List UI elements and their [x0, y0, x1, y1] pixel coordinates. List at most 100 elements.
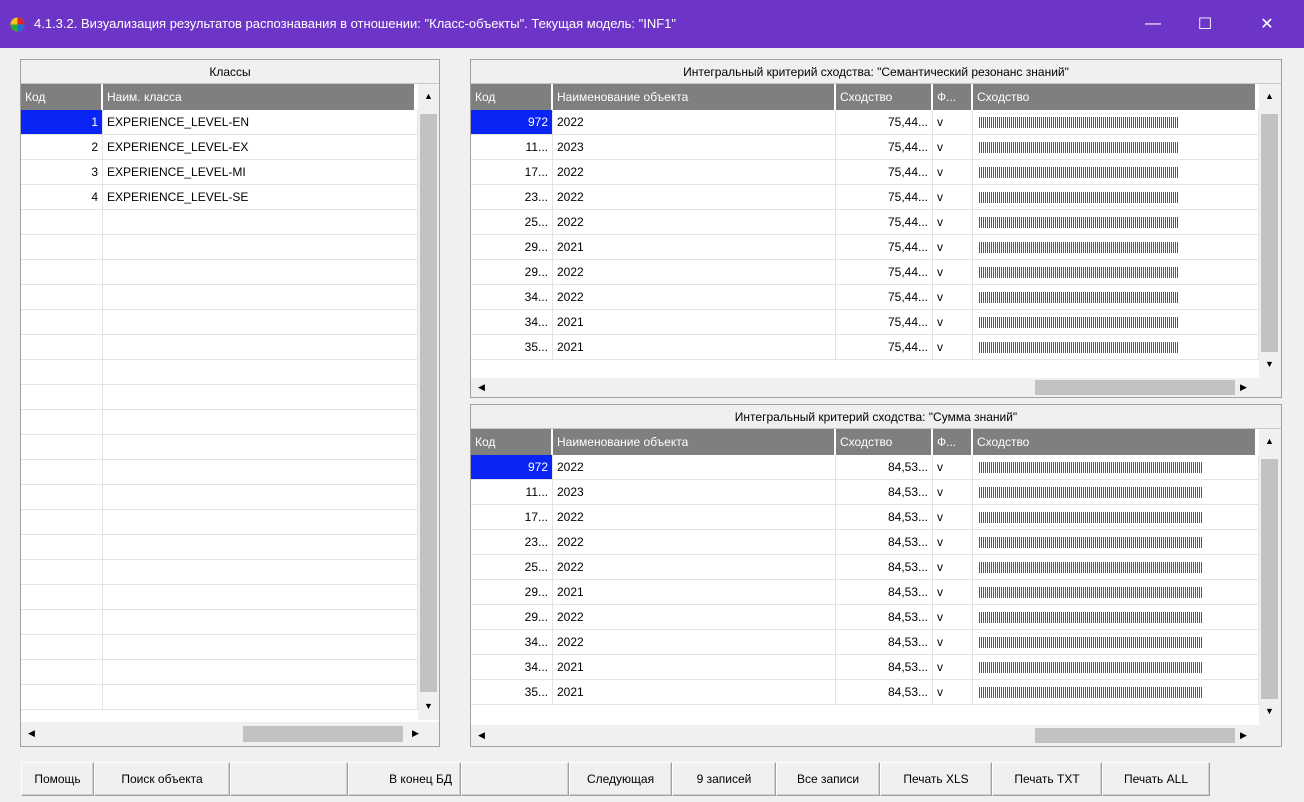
table-row[interactable]: 29... 2021 84,53... v — [471, 580, 1259, 605]
print-all-button[interactable]: Печать ALL — [1102, 762, 1210, 796]
next-button[interactable]: Следующая — [569, 762, 672, 796]
column-header-code[interactable]: Код — [471, 84, 553, 110]
arrow-up-icon[interactable]: ▲ — [1261, 88, 1278, 105]
table-row[interactable] — [21, 435, 418, 460]
arrow-down-icon[interactable]: ▼ — [420, 698, 437, 715]
arrow-left-icon[interactable]: ◀ — [23, 725, 40, 742]
column-header-class-name[interactable]: Наим. класса — [103, 84, 416, 110]
semantic-vscrollbar[interactable]: ▲ ▼ — [1259, 84, 1281, 378]
minimize-button[interactable]: — — [1130, 0, 1176, 48]
to-end-button[interactable]: В конец БД — [348, 762, 461, 796]
table-row[interactable]: 34... 2022 84,53... v — [471, 630, 1259, 655]
table-row[interactable] — [21, 335, 418, 360]
table-row[interactable] — [21, 635, 418, 660]
table-row[interactable]: 3 EXPERIENCE_LEVEL-MI — [21, 160, 418, 185]
table-row[interactable]: 25... 2022 75,44... v — [471, 210, 1259, 235]
table-row[interactable]: 25... 2022 84,53... v — [471, 555, 1259, 580]
table-row[interactable]: 23... 2022 84,53... v — [471, 530, 1259, 555]
table-row[interactable] — [21, 535, 418, 560]
arrow-down-icon[interactable]: ▼ — [1261, 356, 1278, 373]
table-row[interactable] — [21, 685, 418, 710]
similarity-bar — [979, 242, 1178, 253]
arrow-right-icon[interactable]: ▶ — [1235, 379, 1252, 396]
blank-button-2[interactable] — [461, 762, 569, 796]
table-row[interactable]: 11... 2023 75,44... v — [471, 135, 1259, 160]
table-row[interactable] — [21, 610, 418, 635]
table-row[interactable]: 17... 2022 84,53... v — [471, 505, 1259, 530]
arrow-up-icon[interactable]: ▲ — [1261, 433, 1278, 450]
table-row[interactable] — [21, 560, 418, 585]
table-row[interactable] — [21, 360, 418, 385]
arrow-right-icon[interactable]: ▶ — [407, 725, 424, 742]
table-row[interactable]: 34... 2021 75,44... v — [471, 310, 1259, 335]
column-header-similarity[interactable]: Сходство — [836, 429, 933, 455]
column-header-similarity-bar[interactable]: Сходство — [973, 84, 1257, 110]
table-row[interactable]: 29... 2021 75,44... v — [471, 235, 1259, 260]
sum-hscroll-thumb[interactable] — [1035, 728, 1235, 743]
arrow-up-icon[interactable]: ▲ — [420, 88, 437, 105]
table-row[interactable]: 972 2022 84,53... v — [471, 455, 1259, 480]
table-row[interactable]: 972 2022 75,44... v — [471, 110, 1259, 135]
table-row[interactable]: 4 EXPERIENCE_LEVEL-SE — [21, 185, 418, 210]
classes-vscrollbar[interactable]: ▲ ▼ — [418, 84, 439, 720]
arrow-left-icon[interactable]: ◀ — [473, 379, 490, 396]
maximize-button[interactable]: ☐ — [1182, 0, 1228, 48]
column-header-flag[interactable]: Ф... — [933, 429, 973, 455]
similarity-bar — [979, 167, 1178, 178]
table-row[interactable] — [21, 310, 418, 335]
column-header-similarity-bar[interactable]: Сходство — [973, 429, 1257, 455]
table-row[interactable]: 34... 2022 75,44... v — [471, 285, 1259, 310]
column-header-flag[interactable]: Ф... — [933, 84, 973, 110]
column-header-object-name[interactable]: Наименование объекта — [553, 429, 836, 455]
table-row[interactable]: 2 EXPERIENCE_LEVEL-EX — [21, 135, 418, 160]
column-header-code[interactable]: Код — [21, 84, 103, 110]
table-row[interactable] — [21, 410, 418, 435]
column-header-similarity[interactable]: Сходство — [836, 84, 933, 110]
help-button[interactable]: Помощь — [21, 762, 94, 796]
sum-vscroll-thumb[interactable] — [1261, 459, 1278, 699]
table-row[interactable] — [21, 385, 418, 410]
find-object-button[interactable]: Поиск объекта — [94, 762, 230, 796]
table-row[interactable]: 1 EXPERIENCE_LEVEL-EN — [21, 110, 418, 135]
table-row[interactable]: 29... 2022 84,53... v — [471, 605, 1259, 630]
print-txt-button[interactable]: Печать TXT — [992, 762, 1102, 796]
table-row[interactable]: 35... 2021 75,44... v — [471, 335, 1259, 360]
table-row[interactable] — [21, 660, 418, 685]
classes-hscroll-thumb[interactable] — [243, 726, 403, 742]
table-row[interactable] — [21, 285, 418, 310]
column-header-code[interactable]: Код — [471, 429, 553, 455]
table-row[interactable] — [21, 260, 418, 285]
table-row[interactable] — [21, 585, 418, 610]
classes-vscroll-thumb[interactable] — [420, 114, 437, 692]
table-row[interactable] — [21, 210, 418, 235]
arrow-left-icon[interactable]: ◀ — [473, 727, 490, 744]
semantic-hscroll-thumb[interactable] — [1035, 380, 1235, 395]
table-row[interactable] — [21, 510, 418, 535]
row-object-name: 2021 — [553, 655, 836, 680]
table-row[interactable]: 35... 2021 84,53... v — [471, 680, 1259, 705]
arrow-right-icon[interactable]: ▶ — [1235, 727, 1252, 744]
row-flag: v — [933, 110, 973, 135]
table-row[interactable] — [21, 235, 418, 260]
blank-button-1[interactable] — [230, 762, 348, 796]
sum-vscrollbar[interactable]: ▲ ▼ — [1259, 429, 1281, 725]
semantic-hscrollbar[interactable]: ◀ ▶ — [471, 378, 1281, 397]
similarity-bar — [979, 512, 1203, 523]
column-header-object-name[interactable]: Наименование объекта — [553, 84, 836, 110]
close-button[interactable]: ✕ — [1244, 0, 1290, 48]
all-records-button[interactable]: Все записи — [776, 762, 880, 796]
table-row[interactable] — [21, 485, 418, 510]
table-row[interactable]: 17... 2022 75,44... v — [471, 160, 1259, 185]
table-row[interactable]: 29... 2022 75,44... v — [471, 260, 1259, 285]
table-row[interactable] — [21, 460, 418, 485]
table-row[interactable]: 11... 2023 84,53... v — [471, 480, 1259, 505]
table-row[interactable]: 34... 2021 84,53... v — [471, 655, 1259, 680]
print-xls-button[interactable]: Печать XLS — [880, 762, 992, 796]
table-row[interactable]: 23... 2022 75,44... v — [471, 185, 1259, 210]
semantic-vscroll-thumb[interactable] — [1261, 114, 1278, 352]
sum-hscrollbar[interactable]: ◀ ▶ — [471, 725, 1281, 746]
row-code — [21, 335, 103, 360]
nine-records-button[interactable]: 9 записей — [672, 762, 776, 796]
classes-hscrollbar[interactable]: ◀ ▶ — [21, 722, 439, 746]
arrow-down-icon[interactable]: ▼ — [1261, 703, 1278, 720]
